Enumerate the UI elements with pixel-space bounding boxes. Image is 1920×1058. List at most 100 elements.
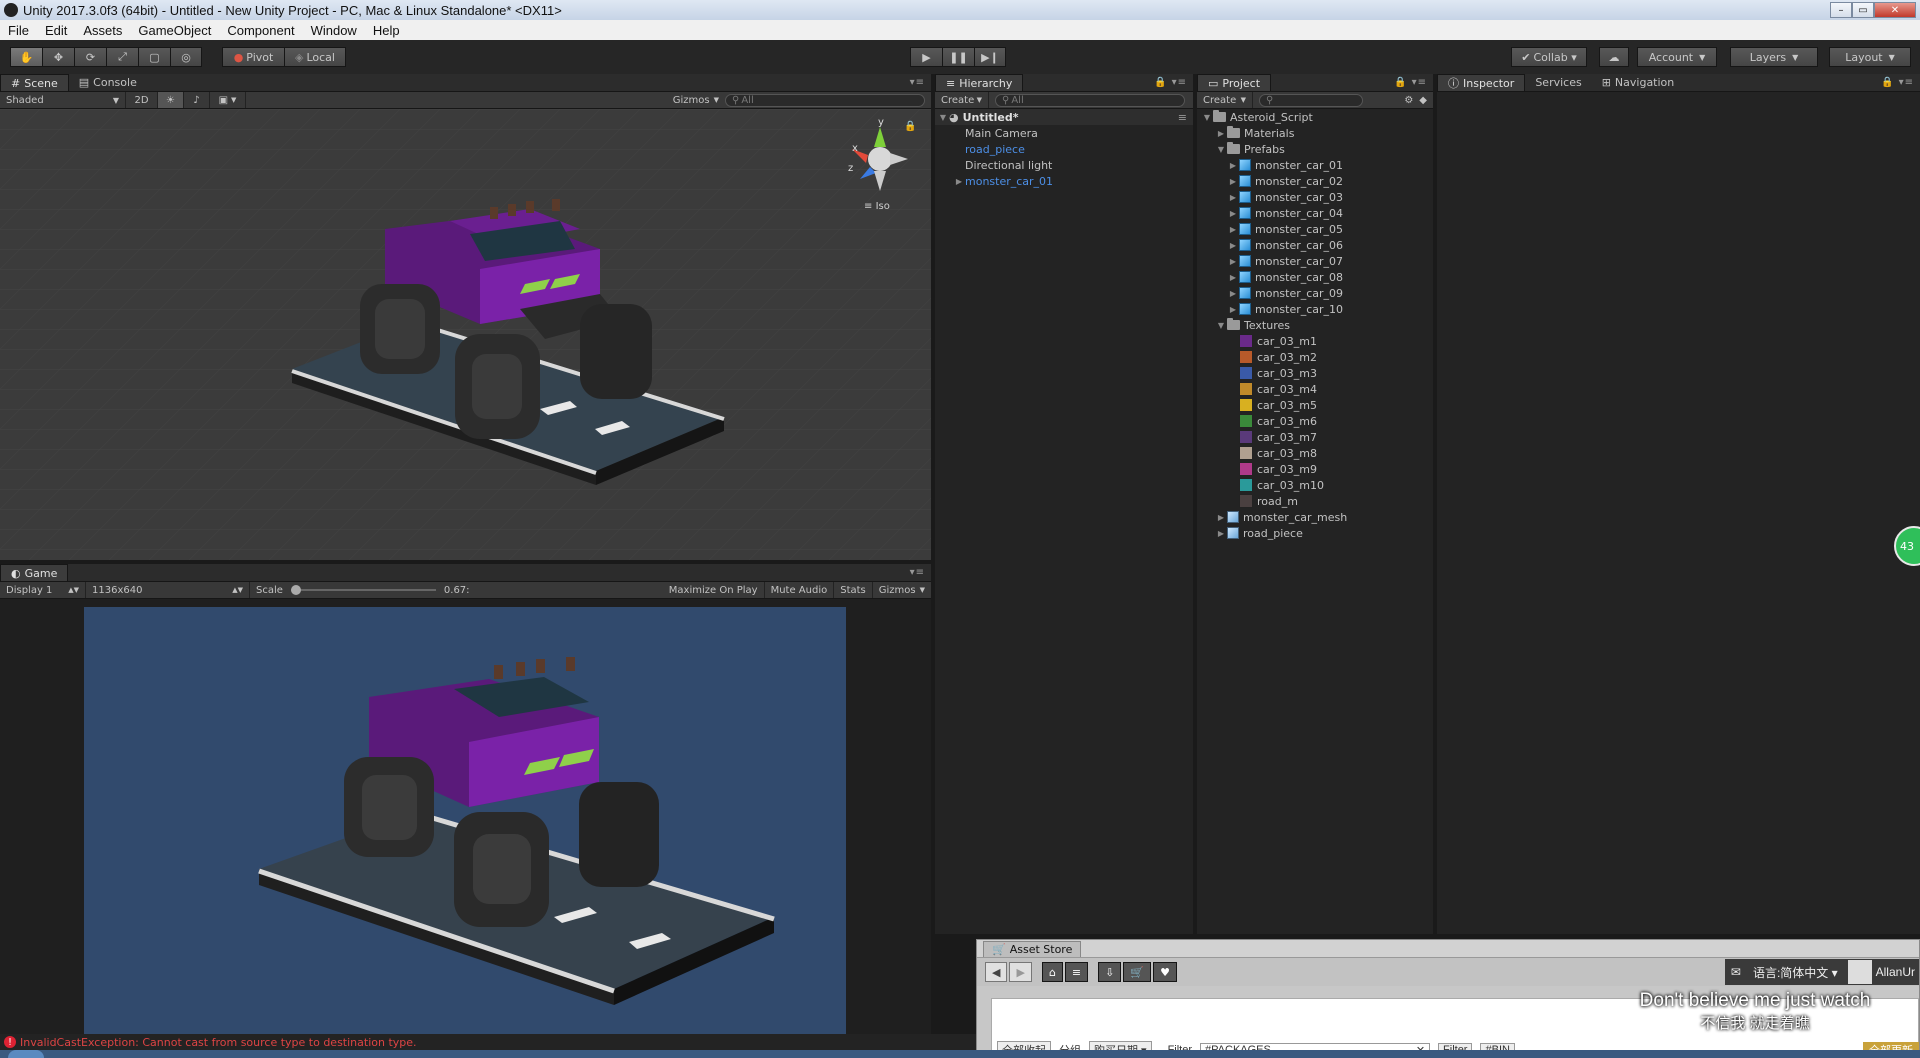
project-prefab-row[interactable]: ▶ monster_car_08 [1197, 269, 1433, 285]
game-viewport[interactable] [0, 599, 931, 1058]
expand-arrow-icon[interactable]: ▶ [953, 177, 965, 186]
project-search-input[interactable]: ⚲ [1259, 93, 1363, 107]
effects-dropdown[interactable]: ▣ ▼ [210, 92, 246, 108]
project-folder-row[interactable]: ▼ Prefabs [1197, 141, 1433, 157]
tab-inspector[interactable]: ⓘ Inspector [1437, 74, 1526, 91]
language-dropdown[interactable]: 语言:简体中文 ▾ [1747, 964, 1844, 981]
project-texture-row[interactable]: car_03_m9 [1197, 461, 1433, 477]
project-prefab-row[interactable]: ▶ monster_car_06 [1197, 237, 1433, 253]
tab-console[interactable]: ▤ Console [69, 74, 147, 91]
back-button[interactable]: ◀ [985, 962, 1008, 982]
project-prefab-row[interactable]: ▶ monster_car_09 [1197, 285, 1433, 301]
gizmos-dropdown[interactable]: Gizmos ▼ [667, 92, 725, 108]
game-gizmos-dropdown[interactable]: Gizmos ▼ [873, 582, 931, 598]
collab-button[interactable]: ✔ Collab ▾ [1511, 47, 1587, 67]
project-folder-row[interactable]: ▼ Textures [1197, 317, 1433, 333]
expand-arrow-icon[interactable]: ▶ [1227, 225, 1239, 234]
project-create-dropdown[interactable]: Create ▼ [1197, 92, 1253, 108]
cloud-button[interactable]: ☁ [1599, 47, 1629, 67]
project-texture-row[interactable]: car_03_m4 [1197, 381, 1433, 397]
hierarchy-item[interactable]: Main Camera [935, 125, 1193, 141]
project-asset-row[interactable]: ▶ monster_car_mesh [1197, 509, 1433, 525]
user-avatar[interactable] [1847, 960, 1872, 984]
cart-button[interactable]: 🛒 [1123, 962, 1152, 982]
hierarchy-item[interactable]: road_piece [935, 141, 1193, 157]
shading-mode-dropdown[interactable]: Shaded ▼ [0, 92, 126, 108]
menu-component[interactable]: Component [219, 23, 302, 38]
move-tool-button[interactable]: ✥ [42, 47, 74, 67]
scale-slider[interactable] [290, 585, 436, 595]
expand-arrow-icon[interactable]: ▶ [1227, 241, 1239, 250]
project-folder-row[interactable]: ▼ Asteroid_Script [1197, 109, 1433, 125]
status-bar[interactable]: ! InvalidCastException: Cannot cast from… [0, 1034, 976, 1050]
home-button[interactable]: ⌂ [1041, 962, 1063, 982]
hierarchy-item[interactable]: ▶ monster_car_01 [935, 173, 1193, 189]
wishlist-button[interactable]: ♥ [1153, 962, 1177, 982]
menu-file[interactable]: File [0, 23, 37, 38]
project-prefab-row[interactable]: ▶ monster_car_04 [1197, 205, 1433, 221]
expand-arrow-icon[interactable]: ▶ [1215, 513, 1227, 522]
expand-arrow-icon[interactable]: ▶ [1215, 529, 1227, 538]
close-button[interactable]: ✕ [1874, 2, 1916, 18]
project-folder-row[interactable]: ▶ Materials [1197, 125, 1433, 141]
display-dropdown[interactable]: Display 1 ▲▼ [0, 582, 86, 598]
tab-game[interactable]: ◐ Game [0, 564, 69, 581]
project-texture-row[interactable]: car_03_m7 [1197, 429, 1433, 445]
menu-gameobject[interactable]: GameObject [130, 23, 219, 38]
tab-scene[interactable]: # Scene [0, 74, 69, 91]
hierarchy-create-dropdown[interactable]: Create ▼ [935, 92, 989, 108]
pivot-toggle[interactable]: ● Pivot [222, 47, 284, 67]
2d-toggle[interactable]: 2D [126, 92, 158, 108]
project-texture-row[interactable]: car_03_m6 [1197, 413, 1433, 429]
project-texture-row[interactable]: car_03_m5 [1197, 397, 1433, 413]
filter-label-icon[interactable]: ◆ [1419, 95, 1427, 106]
expand-arrow-icon[interactable]: ▶ [1215, 129, 1227, 138]
rect-tool-button[interactable]: ▢ [138, 47, 170, 67]
menu-edit[interactable]: Edit [37, 23, 75, 38]
scale-slider-thumb[interactable] [290, 585, 301, 595]
expand-arrow-icon[interactable]: ▶ [1227, 257, 1239, 266]
menu-assets[interactable]: Assets [75, 23, 130, 38]
expand-arrow-icon[interactable]: ▶ [1227, 193, 1239, 202]
expand-arrow-icon[interactable]: ▼ [1215, 145, 1227, 154]
forward-button[interactable]: ▶ [1009, 962, 1032, 982]
downloads-button[interactable]: ⇩ [1098, 962, 1122, 982]
menu-window[interactable]: Window [303, 23, 365, 38]
tab-asset-store[interactable]: 🛒 Asset Store [983, 941, 1082, 957]
stats-toggle[interactable]: Stats [834, 582, 873, 598]
menu-button[interactable]: ≡ [1064, 962, 1089, 982]
project-prefab-row[interactable]: ▶ monster_car_05 [1197, 221, 1433, 237]
minimize-button[interactable]: – [1830, 2, 1852, 18]
expand-arrow-icon[interactable]: ▶ [1227, 177, 1239, 186]
project-texture-row[interactable]: car_03_m3 [1197, 365, 1433, 381]
hierarchy-item[interactable]: Directional light [935, 157, 1193, 173]
tab-project[interactable]: ▭ Project [1197, 74, 1272, 91]
panel-menu-icon[interactable]: ▾≡ [910, 77, 925, 88]
lighting-toggle[interactable]: ☀ [158, 92, 184, 108]
panel-menu-icon[interactable]: ▾≡ [910, 567, 925, 578]
scene-viewport[interactable]: y x z 🔒 ≡ Iso [0, 109, 931, 560]
step-button[interactable]: ▶❙ [974, 47, 1006, 67]
side-badge[interactable]: 43 [1894, 526, 1920, 566]
maximize-on-play-toggle[interactable]: Maximize On Play [663, 582, 765, 598]
expand-arrow-icon[interactable]: ▶ [1227, 305, 1239, 314]
projection-label[interactable]: ≡ Iso [864, 201, 890, 212]
mail-icon[interactable]: ✉ [1725, 965, 1747, 979]
audio-toggle[interactable]: ♪ [184, 92, 210, 108]
tab-navigation[interactable]: ⊞ Navigation [1592, 74, 1685, 91]
layout-dropdown[interactable]: Layout ▼ [1829, 47, 1911, 67]
expand-arrow-icon[interactable]: ▼ [937, 113, 949, 122]
project-prefab-row[interactable]: ▶ monster_car_01 [1197, 157, 1433, 173]
filter-type-icon[interactable]: ⚙ [1404, 95, 1413, 106]
project-texture-row[interactable]: car_03_m1 [1197, 333, 1433, 349]
scale-tool-button[interactable]: ⤢ [106, 47, 138, 67]
scene-search-input[interactable]: ⚲ All [725, 93, 925, 107]
project-texture-row[interactable]: car_03_m10 [1197, 477, 1433, 493]
project-asset-row[interactable]: ▶ road_piece [1197, 525, 1433, 541]
tab-hierarchy[interactable]: ≡ Hierarchy [935, 74, 1024, 91]
account-dropdown[interactable]: Account ▼ [1637, 47, 1717, 67]
project-prefab-row[interactable]: ▶ monster_car_07 [1197, 253, 1433, 269]
project-prefab-row[interactable]: ▶ monster_car_02 [1197, 173, 1433, 189]
transform-tool-button[interactable]: ◎ [170, 47, 202, 67]
resolution-dropdown[interactable]: 1136x640 ▲▼ [86, 582, 250, 598]
